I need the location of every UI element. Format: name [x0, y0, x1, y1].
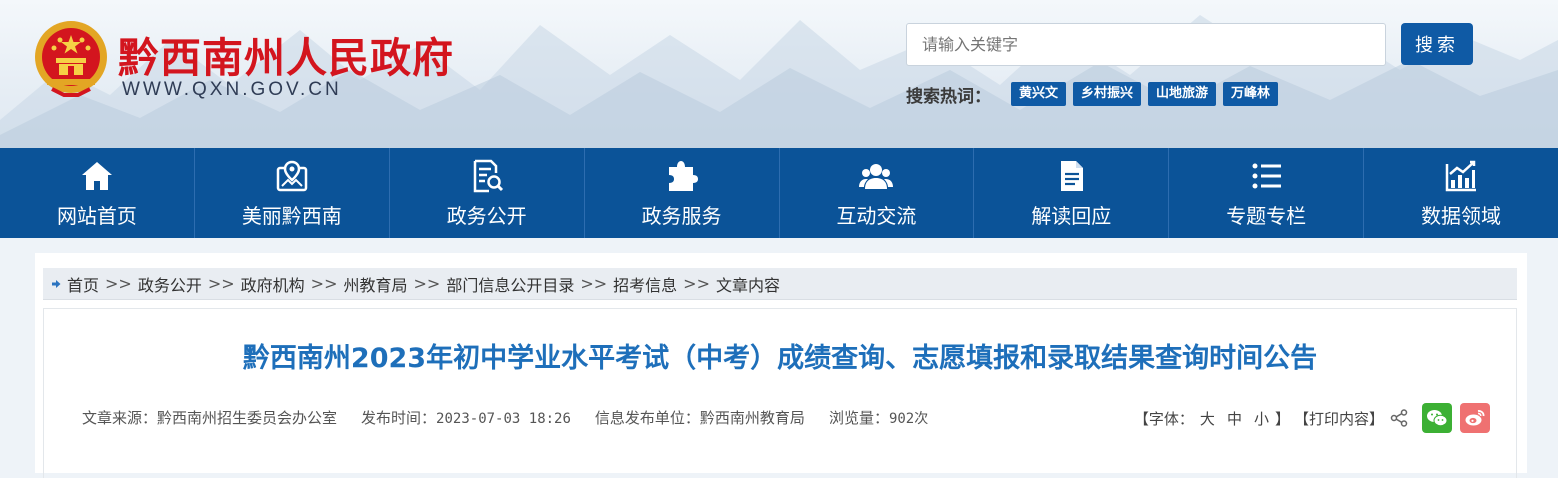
- meta-source-value: 黔西南州招生委员会办公室: [157, 409, 338, 427]
- chart-icon: [1445, 160, 1477, 191]
- meta-views-label: 浏览量：: [828, 409, 889, 427]
- font-size-small-button[interactable]: 小: [1254, 408, 1269, 429]
- document-search-icon: [473, 159, 503, 192]
- print-button[interactable]: 【打印内容】: [1294, 408, 1384, 429]
- nav-label: 解读回应: [1031, 203, 1112, 228]
- font-size-label: 【字体：: [1133, 409, 1194, 428]
- font-size-large-button[interactable]: 大: [1200, 408, 1215, 429]
- breadcrumb-separator: >>: [580, 274, 608, 293]
- nav-label: 网站首页: [56, 203, 137, 228]
- font-size-close: 】: [1274, 409, 1290, 428]
- breadcrumb-current: 文章内容: [715, 275, 780, 295]
- share-icon[interactable]: [1390, 409, 1408, 427]
- nav-label: 美丽黔西南: [241, 203, 342, 228]
- article: 黔西南州2023年初中学业水平考试（中考）成绩查询、志愿填报和录取结果查询时间公…: [43, 308, 1517, 478]
- search-button[interactable]: 搜索: [1401, 23, 1473, 65]
- arrow-right-icon: [52, 279, 61, 288]
- meta-time-label: 发布时间：: [361, 409, 437, 427]
- meta-views: 浏览量：902次: [829, 407, 928, 428]
- home-icon: [81, 161, 112, 190]
- hot-words-label: 搜索热词：: [906, 87, 991, 107]
- font-size-medium-button[interactable]: 中: [1227, 408, 1242, 429]
- meta-time: 发布时间：2023-07-03 18:26: [361, 407, 571, 428]
- wechat-icon: [1427, 410, 1448, 427]
- site-header: 黔西南州人民政府 WWW.QXN.GOV.CN 搜索 搜索热词： 黄兴文 乡村振…: [0, 0, 1558, 148]
- breadcrumb-separator: >>: [310, 274, 338, 293]
- nav-label: 政务公开: [446, 203, 527, 228]
- breadcrumb: 首页 >> 政务公开 >> 政府机构 >> 州教育局 >> 部门信息公开目录 >…: [43, 268, 1517, 300]
- nav-label: 政务服务: [641, 203, 722, 228]
- breadcrumb-item[interactable]: 政务公开: [138, 272, 202, 296]
- breadcrumb-item[interactable]: 州教育局: [343, 272, 407, 296]
- article-title: 黔西南州2023年初中学业水平考试（中考）成绩查询、志愿填报和录取结果查询时间公…: [242, 343, 1318, 374]
- national-emblem-icon: [35, 21, 107, 97]
- breadcrumb-item[interactable]: 首页: [67, 272, 99, 296]
- file-icon: [1061, 160, 1084, 191]
- nav-item-special-topics[interactable]: 专题专栏: [1169, 148, 1365, 238]
- breadcrumb-item[interactable]: 政府机构: [241, 272, 305, 296]
- wechat-share-button[interactable]: [1422, 403, 1452, 433]
- site-title[interactable]: 黔西南州人民政府: [118, 24, 454, 84]
- article-meta: 文章来源：黔西南州招生委员会办公室 发布时间：2023-07-03 18:26 …: [82, 407, 928, 428]
- hot-tag[interactable]: 黄兴文: [1011, 82, 1067, 106]
- nav-item-interaction[interactable]: 互动交流: [780, 148, 975, 238]
- weibo-share-button[interactable]: [1460, 403, 1490, 433]
- nav-item-gov-services[interactable]: 政务服务: [585, 148, 780, 238]
- meta-publisher-label: 信息发布单位：: [594, 409, 700, 427]
- nav-label: 数据领域: [1421, 203, 1502, 228]
- nav-item-data-domain[interactable]: 数据领域: [1364, 148, 1558, 238]
- breadcrumb-separator: >>: [105, 274, 132, 293]
- list-icon: [1252, 163, 1282, 188]
- puzzle-icon: [668, 160, 698, 191]
- breadcrumb-item[interactable]: 招考信息: [613, 272, 677, 296]
- nav-label: 互动交流: [836, 203, 917, 228]
- users-icon: [859, 163, 894, 189]
- hot-tag[interactable]: 乡村振兴: [1073, 82, 1142, 106]
- meta-time-value: 2023-07-03 18:26: [436, 411, 571, 427]
- breadcrumb-separator: >>: [413, 274, 441, 293]
- main-nav: 网站首页 美丽黔西南 政务公开 政务服务 互动交流 解读回应 专题专栏 数据领域: [0, 148, 1558, 238]
- meta-source-label: 文章来源：: [82, 409, 158, 427]
- map-pin-icon: [276, 160, 308, 191]
- breadcrumb-item[interactable]: 部门信息公开目录: [446, 272, 574, 296]
- hot-tag[interactable]: 山地旅游: [1148, 82, 1217, 106]
- meta-source: 文章来源：黔西南州招生委员会办公室: [82, 407, 337, 428]
- article-tools: 【字体： 大 中 小 】 【打印内容】: [1134, 403, 1490, 433]
- nav-item-interpretation[interactable]: 解读回应: [974, 148, 1170, 238]
- nav-label: 专题专栏: [1226, 203, 1307, 228]
- meta-publisher-value: 黔西南州教育局: [699, 409, 805, 427]
- breadcrumb-separator: >>: [683, 274, 710, 293]
- hot-tag[interactable]: 万峰林: [1223, 82, 1279, 106]
- hot-words-list: 黄兴文 乡村振兴 山地旅游 万峰林: [1011, 82, 1279, 106]
- content-panel: 首页 >> 政务公开 >> 政府机构 >> 州教育局 >> 部门信息公开目录 >…: [35, 253, 1527, 478]
- nav-item-gov-affairs-open[interactable]: 政务公开: [390, 148, 585, 238]
- weibo-icon: [1465, 410, 1485, 426]
- breadcrumb-separator: >>: [207, 274, 235, 293]
- meta-publisher: 信息发布单位：黔西南州教育局: [595, 407, 805, 428]
- search-input[interactable]: [906, 23, 1386, 66]
- site-url: WWW.QXN.GOV.CN: [122, 79, 342, 100]
- nav-item-home[interactable]: 网站首页: [0, 148, 195, 238]
- meta-views-value: 902次: [888, 411, 929, 427]
- nav-item-beautiful-qxn[interactable]: 美丽黔西南: [195, 148, 390, 238]
